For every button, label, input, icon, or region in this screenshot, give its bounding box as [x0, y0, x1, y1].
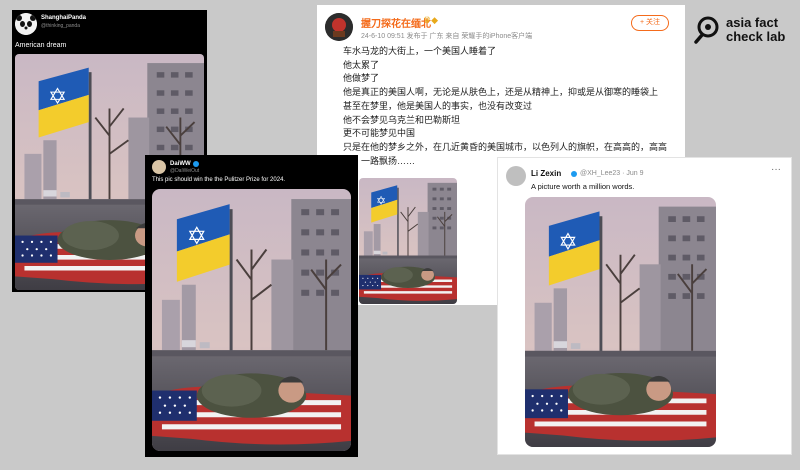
author-handle[interactable]: @XH_Lee23 · Jun 9: [580, 170, 644, 177]
post-text: 车水马龙的大街上，一个美国人睡着了 他太累了 他做梦了 他是真正的美国人啊，无论…: [343, 45, 673, 168]
post-line: 更不可能梦见中国: [343, 128, 416, 139]
user-avatar[interactable]: [325, 13, 353, 41]
post-image[interactable]: [525, 197, 716, 447]
ai-generated-photo: [525, 197, 716, 447]
post-card-daiww: DaiWW @DaiWeiOut This pic should win the…: [145, 155, 358, 457]
post-line: 他做梦了: [343, 73, 380, 84]
post-meta: 24-6-10 09:51 发布于 广东 来自 荣耀手的iPhone客户端: [361, 33, 533, 40]
asia-fact-check-lab-logo-icon: [694, 16, 719, 44]
ai-generated-photo: [359, 178, 457, 304]
author-handle[interactable]: @thinking_panda: [41, 23, 80, 29]
author-name[interactable]: 握刀探花在缅北: [361, 15, 431, 30]
post-line: 只是在他的梦乡之外，在几近黄昏的美国城市，以色列人的旗帜，在高高的，高高: [343, 141, 668, 152]
author-name[interactable]: ShanghaiPanda: [41, 15, 86, 21]
post-line: 他是真正的美国人啊，无论是从肤色上，还是从精神上，抑或是从御寒的睡袋上: [343, 87, 659, 98]
follow-button[interactable]: + 关注: [631, 15, 669, 31]
ai-generated-photo: [152, 189, 351, 451]
logo-text-line1: asia fact: [726, 15, 779, 30]
vip-badge-icon: ♛◆: [423, 15, 438, 25]
post-line: 甚至在梦里，他是美国人的事实，也没有改变过: [343, 100, 533, 111]
post-line: 他不会梦见乌克兰和巴勒斯坦: [343, 114, 461, 125]
post-card-lizexin: Li Zexin @XH_Lee23 · Jun 9 ··· A picture…: [497, 157, 792, 455]
verified-badge-icon: [193, 161, 199, 167]
post-line: 他太累了: [343, 59, 380, 70]
post-image[interactable]: [152, 189, 351, 451]
post-text: American dream: [15, 42, 67, 49]
post-text: This pic should win the the Pulitzer Pri…: [152, 177, 286, 183]
author-handle[interactable]: @DaiWeiOut: [170, 168, 199, 174]
post-line: 车水马龙的大街上，一个美国人睡着了: [343, 46, 497, 56]
author-name[interactable]: DaiWW: [170, 161, 191, 167]
more-options-icon[interactable]: ···: [771, 164, 781, 175]
verified-badge-icon: [571, 171, 577, 177]
user-avatar[interactable]: [506, 166, 526, 186]
logo-text-line2: check lab: [726, 29, 786, 44]
post-text: A picture worth a million words.: [531, 182, 635, 191]
post-image[interactable]: [359, 178, 457, 304]
author-name[interactable]: Li Zexin: [531, 169, 561, 178]
asia-fact-check-lab-logo: asia fact check lab: [693, 8, 797, 48]
panda-avatar-icon[interactable]: [15, 13, 37, 35]
user-avatar[interactable]: [152, 160, 166, 174]
